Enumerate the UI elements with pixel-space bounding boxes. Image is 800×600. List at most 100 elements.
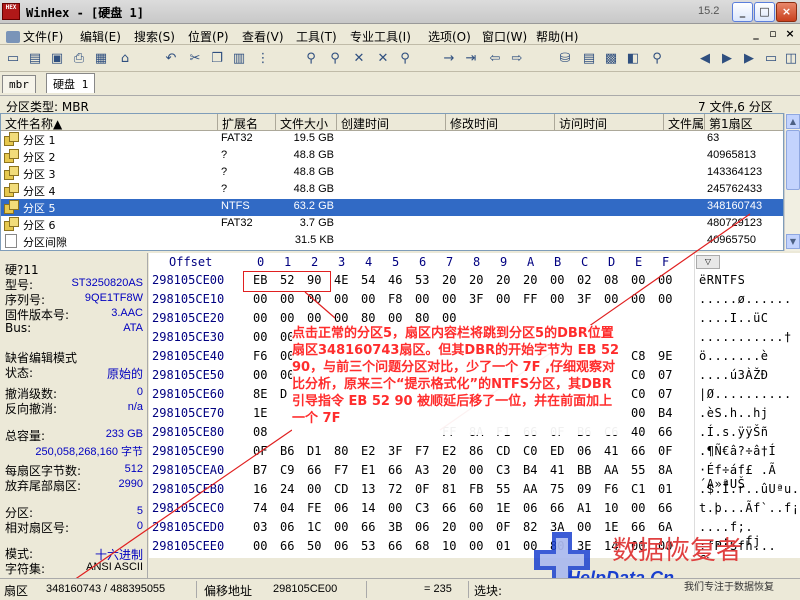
menu-edit[interactable]: 编辑(E) xyxy=(80,28,121,45)
hex-byte[interactable]: B6 xyxy=(280,444,294,458)
hex-ascii[interactable]: .....ø...... xyxy=(699,292,792,306)
hex-byte[interactable]: 00 xyxy=(307,482,321,496)
hex-byte[interactable]: 1E xyxy=(496,501,510,515)
hex-byte[interactable]: 1C xyxy=(307,520,321,534)
hex-byte[interactable]: C3 xyxy=(415,501,429,515)
hex-byte[interactable]: A1 xyxy=(577,501,591,515)
hex-byte[interactable]: 20 xyxy=(442,273,456,287)
hex-byte[interactable]: 00 xyxy=(253,311,267,325)
hex-byte[interactable]: 00 xyxy=(388,311,402,325)
hex-byte[interactable]: 00 xyxy=(307,311,321,325)
hex-byte[interactable]: 08 xyxy=(604,273,618,287)
hex-byte[interactable]: FE xyxy=(307,501,321,515)
hex-byte[interactable]: A3 xyxy=(415,463,429,477)
hex-byte[interactable]: 01 xyxy=(658,482,672,496)
hex-byte[interactable]: B4 xyxy=(658,406,672,420)
column-name[interactable]: 文件名称▲ xyxy=(1,114,218,131)
column-first-sector[interactable]: 第1扇区 xyxy=(705,114,783,131)
hex-byte[interactable]: 68 xyxy=(415,539,429,553)
hex-byte[interactable]: 14 xyxy=(361,501,375,515)
minimize-button[interactable]: _ xyxy=(732,2,753,22)
undo-icon[interactable]: ↶ xyxy=(162,50,180,68)
hex-byte[interactable]: 00 xyxy=(415,292,429,306)
hex-byte[interactable]: C0 xyxy=(631,387,645,401)
find-text-icon[interactable]: ⚲ xyxy=(302,50,320,68)
hex-byte[interactable]: FB xyxy=(469,482,483,496)
hex-byte[interactable]: 80 xyxy=(361,311,375,325)
hex-byte[interactable]: E1 xyxy=(361,463,375,477)
replace-hex-icon[interactable]: ✕ xyxy=(374,50,392,68)
hex-line[interactable]: 298105CE10 00 00 00 00 00 F8 00 00 3F 00 FF 00 3F 00 00… xyxy=(149,290,800,309)
hex-byte[interactable]: 3F xyxy=(388,444,402,458)
hex-byte[interactable]: 00 xyxy=(253,368,267,382)
hex-byte[interactable]: 60 xyxy=(469,501,483,515)
open-file-icon[interactable]: ▤ xyxy=(26,50,44,68)
hex-byte[interactable]: ED xyxy=(550,444,564,458)
hex-byte[interactable]: 06 xyxy=(334,501,348,515)
hex-byte[interactable]: C3 xyxy=(496,463,510,477)
calculator-icon[interactable]: ▩ xyxy=(602,50,620,68)
hex-byte[interactable]: 80 xyxy=(415,311,429,325)
copy-icon[interactable]: ❐ xyxy=(208,50,226,68)
window-icon[interactable]: ▭ xyxy=(762,50,780,68)
menu-help[interactable]: 帮助(H) xyxy=(536,28,578,45)
save-icon[interactable]: ▣ xyxy=(48,50,66,68)
hex-line[interactable]: 298105CEB0 16 24 00 CD 13 72 0F 81 FB 55 AA 75 09 F6 C1… xyxy=(149,480,800,499)
menu-search[interactable]: 搜索(S) xyxy=(134,28,175,45)
column-accessed[interactable]: 访问时间 xyxy=(555,114,664,131)
binary-icon[interactable]: ⋮ xyxy=(254,50,272,68)
menu-position[interactable]: 位置(P) xyxy=(188,28,229,45)
hex-byte[interactable]: D1 xyxy=(307,444,321,458)
menu-options[interactable]: 选项(O) xyxy=(428,28,471,45)
hex-byte[interactable]: 02 xyxy=(577,273,591,287)
hex-byte[interactable]: CD xyxy=(496,444,510,458)
hex-byte[interactable]: 00 xyxy=(280,292,294,306)
hex-ascii[interactable]: ...........† xyxy=(699,330,792,344)
hex-byte[interactable]: 00 xyxy=(253,539,267,553)
hex-byte[interactable]: 66 xyxy=(388,463,402,477)
hex-ascii[interactable]: ....ú3ÀŽÐ xyxy=(699,368,769,382)
scroll-thumb[interactable] xyxy=(786,130,800,190)
menu-file[interactable]: 文件(F) xyxy=(6,28,63,45)
hex-byte[interactable]: 0F xyxy=(496,520,510,534)
hex-byte[interactable]: 66 xyxy=(280,539,294,553)
column-size[interactable]: 文件大小 xyxy=(276,114,337,131)
hex-ascii[interactable]: .$.Í.r..ûUªu.öÁ. xyxy=(699,482,800,496)
hex-ascii[interactable]: ö.......è xyxy=(699,349,769,363)
hex-byte[interactable]: 66 xyxy=(658,501,672,515)
hex-byte[interactable]: 53 xyxy=(415,273,429,287)
hex-ascii[interactable]: ëRNTFS xyxy=(699,273,745,287)
replace-text-icon[interactable]: ✕ xyxy=(350,50,368,68)
hex-byte[interactable]: 55 xyxy=(631,463,645,477)
partition-list-scrollbar[interactable]: ▲ ▼ xyxy=(784,113,800,251)
hex-line[interactable]: 298105CEC0 74 04 FE 06 14 00 C3 66 60 1E 06 66 A1 10 00… xyxy=(149,499,800,518)
hex-byte[interactable]: 20 xyxy=(469,273,483,287)
hex-byte[interactable]: 80 xyxy=(334,444,348,458)
hex-byte[interactable]: 0F xyxy=(658,444,672,458)
hex-byte[interactable]: 00 xyxy=(253,330,267,344)
partition-row[interactable]: 分区 6 FAT32 3.7 GB 480729123 xyxy=(1,216,783,233)
zoom-icon[interactable]: ⚲ xyxy=(648,50,666,68)
hex-byte[interactable]: 72 xyxy=(388,482,402,496)
hex-byte[interactable]: 07 xyxy=(658,387,672,401)
hex-byte[interactable]: 00 xyxy=(469,539,483,553)
hex-byte[interactable]: 66 xyxy=(388,539,402,553)
hex-byte[interactable]: 20 xyxy=(496,273,510,287)
hex-byte[interactable]: 9E xyxy=(658,349,672,363)
hex-byte[interactable]: 00 xyxy=(442,292,456,306)
hex-byte[interactable]: 75 xyxy=(550,482,564,496)
hex-byte[interactable]: 55 xyxy=(496,482,510,496)
hex-byte[interactable]: 06 xyxy=(334,539,348,553)
hex-byte[interactable]: 20 xyxy=(442,520,456,534)
goto-sector-icon[interactable]: ⇥ xyxy=(462,50,480,68)
hex-byte[interactable]: 00 xyxy=(361,292,375,306)
maximize-button[interactable]: □ xyxy=(754,2,775,22)
hex-byte[interactable]: 66 xyxy=(442,501,456,515)
hex-byte[interactable]: 00 xyxy=(550,292,564,306)
hex-byte[interactable]: 00 xyxy=(658,292,672,306)
disk-editor-icon[interactable]: ⛁ xyxy=(556,50,574,68)
hex-byte[interactable]: 53 xyxy=(361,539,375,553)
hex-byte[interactable]: 20 xyxy=(442,463,456,477)
properties-icon[interactable]: ▦ xyxy=(92,50,110,68)
hex-byte[interactable]: FF xyxy=(523,292,537,306)
